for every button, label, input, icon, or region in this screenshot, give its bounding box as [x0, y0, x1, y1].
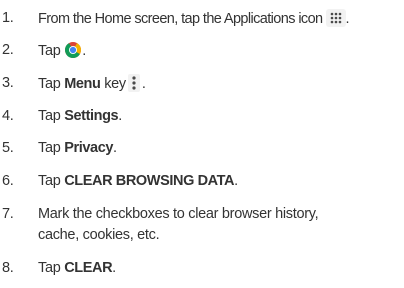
- step-suffix: .: [141, 76, 146, 92]
- step-text: Tap: [38, 173, 61, 189]
- step-number: 6.: [2, 173, 14, 189]
- step-text: From the Home screen, tap the Applicatio…: [38, 11, 323, 27]
- step-suffix: .: [112, 260, 116, 276]
- step-number: 4.: [2, 108, 14, 124]
- step-number: 3.: [2, 75, 14, 91]
- step-suffix: .: [113, 140, 117, 156]
- step-suffix: .: [345, 11, 350, 27]
- step-bold-term: Settings: [64, 108, 119, 124]
- step-text: Tap: [38, 43, 61, 59]
- step-number: 2.: [2, 42, 14, 58]
- chrome-icon: [64, 41, 82, 64]
- step-text: Tap: [38, 140, 61, 156]
- applications-grid-icon: [325, 9, 346, 27]
- step-number: 1.: [2, 10, 14, 26]
- menu-key-icon: [127, 74, 140, 92]
- step-number: 5.: [2, 140, 14, 156]
- step-bold-term: Privacy: [64, 140, 114, 156]
- step-suffix: .: [234, 173, 238, 189]
- step-text-line-1: Mark the checkboxes to clear browser his…: [38, 206, 319, 222]
- step-text: key: [104, 76, 126, 92]
- step-bold-term: CLEAR: [64, 260, 113, 276]
- step-number: 8.: [2, 260, 14, 276]
- step-text: Tap: [38, 76, 61, 92]
- step-text: Tap: [38, 108, 61, 124]
- step-text: Tap: [38, 260, 61, 276]
- step-bold-term: Menu: [64, 76, 101, 92]
- step-number: 7.: [2, 206, 14, 222]
- step-bold-term: CLEAR BROWSING DATA: [64, 173, 235, 189]
- step-suffix: .: [118, 108, 122, 124]
- step-text-line-2: cache, cookies, etc.: [38, 227, 160, 243]
- step-suffix: .: [82, 43, 86, 59]
